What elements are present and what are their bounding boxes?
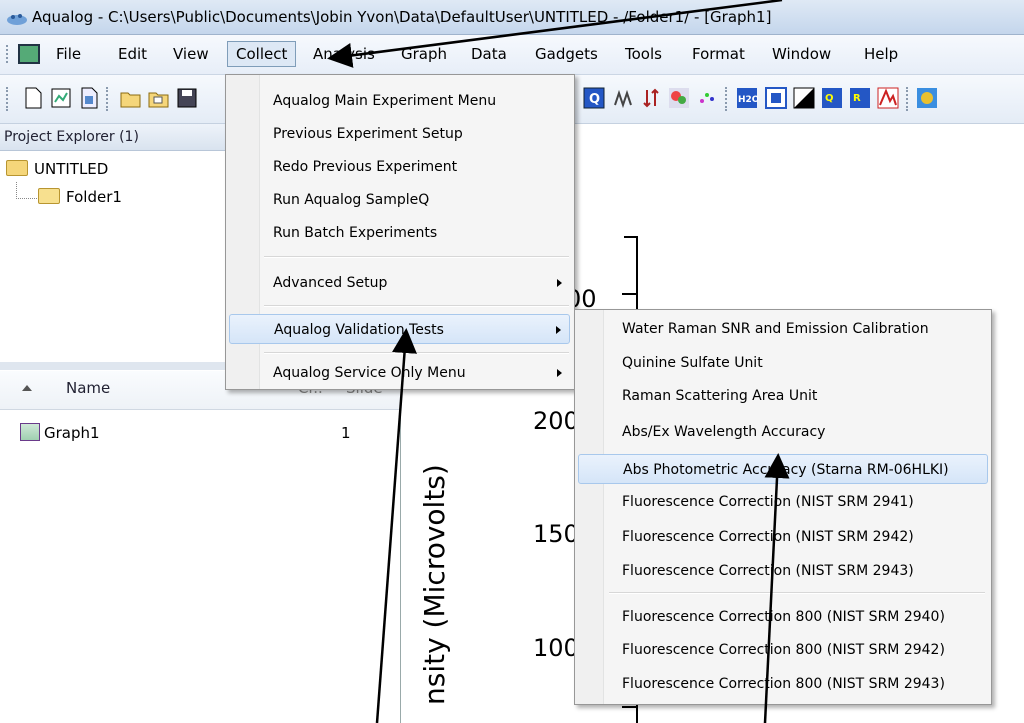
- menu-item-run-sampleq[interactable]: Run Aqualog SampleQ: [229, 185, 570, 215]
- submenu-item-800-nist-2943[interactable]: Fluorescence Correction 800 (NIST SRM 29…: [578, 669, 988, 699]
- tree-root-untitled[interactable]: UNTITLED: [6, 158, 108, 180]
- menu-edit[interactable]: Edit: [110, 42, 155, 66]
- toolbar-separator: [906, 87, 908, 111]
- folder-icon: [6, 160, 28, 176]
- toolbar-separator: [725, 87, 727, 111]
- menu-item-run-batch[interactable]: Run Batch Experiments: [229, 218, 570, 248]
- menu-separator: [264, 305, 569, 307]
- diagonal-correction-icon[interactable]: [793, 87, 815, 109]
- collect-menu: Aqualog Main Experiment Menu Previous Ex…: [225, 74, 575, 390]
- tree-folder1-label: Folder1: [66, 188, 122, 206]
- new-worksheet-icon[interactable]: [78, 87, 100, 109]
- y-tick-label: 150: [533, 520, 579, 548]
- menu-item-main-experiment[interactable]: Aqualog Main Experiment Menu: [229, 86, 570, 116]
- svg-text:R: R: [853, 93, 861, 104]
- open-folder-icon: [38, 188, 60, 204]
- menu-view[interactable]: View: [165, 42, 217, 66]
- swap-arrows-icon[interactable]: [640, 87, 662, 109]
- blank-square-icon[interactable]: [765, 87, 787, 109]
- file-list: Graph1 1: [0, 410, 401, 723]
- y-axis-label: nsity (Microvolts): [418, 464, 451, 705]
- menubar-grip[interactable]: [6, 45, 10, 63]
- new-graph-icon[interactable]: [50, 87, 72, 109]
- submenu-arrow-icon: [557, 369, 562, 377]
- menu-item-redo-previous[interactable]: Redo Previous Experiment: [229, 152, 570, 182]
- tree-item-folder1[interactable]: Folder1: [38, 186, 122, 208]
- submenu-arrow-icon: [556, 326, 561, 334]
- submenu-item-raman-area[interactable]: Raman Scattering Area Unit: [578, 381, 988, 411]
- submenu-arrow-icon: [557, 279, 562, 287]
- menu-graph[interactable]: Graph: [393, 42, 455, 66]
- menu-analysis[interactable]: Analysis: [305, 42, 383, 66]
- aqualog-app-icon[interactable]: [6, 10, 28, 26]
- svg-text:H2O: H2O: [738, 95, 758, 105]
- menu-data[interactable]: Data: [463, 42, 515, 66]
- menu-separator: [264, 256, 569, 258]
- submenu-item-wavelength-accuracy[interactable]: Abs/Ex Wavelength Accuracy: [578, 417, 988, 447]
- menu-separator: [609, 592, 985, 594]
- y-tick-label: 200: [533, 407, 579, 435]
- open-project-icon[interactable]: [148, 87, 170, 109]
- submenu-item-nist-2942[interactable]: Fluorescence Correction (NIST SRM 2942): [578, 522, 988, 552]
- spectra-tool-icon[interactable]: [612, 87, 634, 109]
- menu-file[interactable]: File: [48, 42, 89, 66]
- svg-text:Q: Q: [825, 93, 834, 104]
- column-name[interactable]: Name: [66, 379, 110, 397]
- validation-tests-label: Aqualog Validation Tests: [274, 322, 444, 338]
- service-only-label: Aqualog Service Only Menu: [273, 365, 466, 381]
- submenu-item-nist-2941[interactable]: Fluorescence Correction (NIST SRM 2941): [578, 487, 988, 517]
- menu-item-advanced-setup[interactable]: Advanced Setup: [229, 268, 570, 298]
- tree-root-label: UNTITLED: [34, 160, 109, 178]
- list-item-graph1[interactable]: Graph1: [20, 422, 100, 444]
- submenu-item-nist-2943[interactable]: Fluorescence Correction (NIST SRM 2943): [578, 556, 988, 586]
- svg-text:Q: Q: [589, 92, 600, 107]
- list-item-name: Graph1: [44, 424, 100, 442]
- menu-separator: [264, 352, 569, 354]
- save-icon[interactable]: [176, 87, 198, 109]
- menu-collect[interactable]: Collect: [227, 41, 297, 67]
- menu-gadgets[interactable]: Gadgets: [527, 42, 606, 66]
- menu-window[interactable]: Window: [764, 42, 839, 66]
- color-map-icon[interactable]: [916, 87, 938, 109]
- graph-file-icon: [20, 423, 40, 441]
- eem-map-icon[interactable]: [668, 87, 690, 109]
- submenu-item-water-raman[interactable]: Water Raman SNR and Emission Calibration: [578, 314, 988, 344]
- submenu-item-800-nist-2940[interactable]: Fluorescence Correction 800 (NIST SRM 29…: [578, 602, 988, 632]
- list-item-slide: 1: [341, 424, 351, 442]
- toolbar-separator: [106, 87, 108, 111]
- title-bar: Aqualog - C:\Users\Public\Documents\Jobi…: [0, 0, 1024, 35]
- menu-item-service-only[interactable]: Aqualog Service Only Menu: [229, 360, 570, 386]
- toolbar-grip[interactable]: [6, 87, 8, 111]
- validation-tests-submenu: Water Raman SNR and Emission Calibration…: [574, 309, 992, 705]
- document-menu-icon[interactable]: [18, 44, 40, 64]
- open-folder-icon[interactable]: [120, 87, 142, 109]
- y-tick-label: 100: [533, 634, 579, 662]
- menu-item-validation-tests[interactable]: Aqualog Validation Tests: [229, 314, 570, 344]
- q-tool-icon[interactable]: Q: [583, 87, 605, 109]
- advanced-setup-label: Advanced Setup: [273, 275, 388, 291]
- menu-tools[interactable]: Tools: [617, 42, 670, 66]
- new-document-icon[interactable]: [22, 87, 44, 109]
- submenu-item-quinine[interactable]: Quinine Sulfate Unit: [578, 348, 988, 378]
- tree-connector: [16, 182, 37, 199]
- raman-unit-icon[interactable]: R: [849, 87, 871, 109]
- quinine-unit-icon[interactable]: Q: [821, 87, 843, 109]
- menu-help[interactable]: Help: [856, 42, 906, 66]
- menu-format[interactable]: Format: [684, 42, 753, 66]
- sort-ascending-icon: [22, 385, 32, 391]
- submenu-item-800-nist-2942[interactable]: Fluorescence Correction 800 (NIST SRM 29…: [578, 635, 988, 665]
- h2o-blank-icon[interactable]: H2O: [736, 87, 758, 109]
- submenu-item-photometric-accuracy[interactable]: Abs Photometric Accuracy (Starna RM-06HL…: [578, 454, 988, 484]
- menu-bar: File Edit View Collect Analysis Graph Da…: [0, 35, 1024, 75]
- scatter-tool-icon[interactable]: [696, 87, 718, 109]
- window-title: Aqualog - C:\Users\Public\Documents\Jobi…: [32, 8, 772, 26]
- menu-item-previous-setup[interactable]: Previous Experiment Setup: [229, 119, 570, 149]
- peak-pick-icon[interactable]: [877, 87, 899, 109]
